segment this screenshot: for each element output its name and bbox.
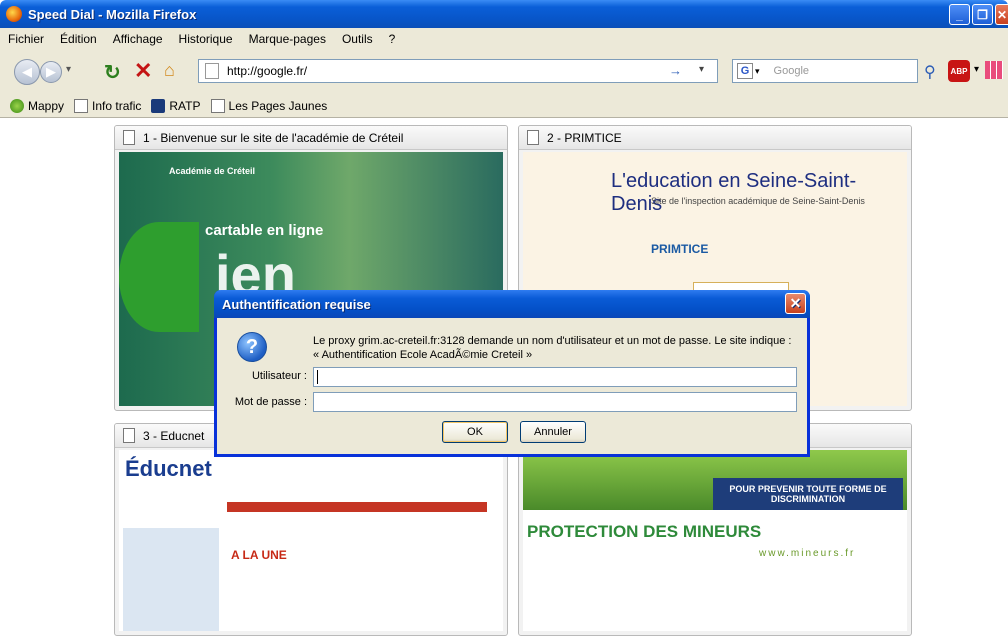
search-icon[interactable]: ⚲: [924, 62, 936, 82]
thumbnail-title: L'education en Seine-Saint-Denis: [611, 170, 857, 215]
thumbnail-section: PRIMTICE: [651, 242, 709, 256]
bookmark-label: RATP: [169, 98, 201, 113]
dialog-close-button[interactable]: ✕: [785, 293, 806, 314]
page-icon: [123, 428, 135, 443]
reload-icon[interactable]: ↻: [104, 60, 121, 85]
password-field[interactable]: [313, 392, 797, 412]
search-engine-dropdown-icon[interactable]: ▾: [755, 66, 760, 77]
bookmark-label: Les Pages Jaunes: [228, 98, 328, 113]
thumbnail-sidebar: [123, 528, 219, 631]
go-arrow-icon[interactable]: →: [669, 63, 682, 78]
thumbnail-logo: [119, 222, 199, 332]
bookmark-label: Mappy: [28, 98, 65, 113]
dialog-message: Le proxy grim.ac-creteil.fr:3128 demande…: [313, 335, 792, 361]
search-bar[interactable]: G ▾ Google: [732, 59, 918, 83]
minimize-button[interactable]: _: [949, 4, 970, 25]
bookmarks-toolbar: Mappy Info trafic RATP Les Pages Jaunes: [0, 94, 1008, 118]
page-icon: [210, 98, 225, 113]
tile-header: 1 - Bienvenue sur le site de l'académie …: [115, 126, 507, 150]
adblock-icon[interactable]: ABP: [948, 60, 970, 82]
maximize-button[interactable]: ❐: [972, 4, 993, 25]
adblock-dropdown-icon[interactable]: ▾: [974, 64, 979, 75]
thumbnail-subtitle: Site de l'inspection académique de Seine…: [651, 196, 865, 206]
thumbnail-heading: PROTECTION DES MINEURS: [527, 522, 762, 541]
menu-fichier[interactable]: Fichier: [8, 32, 44, 46]
navigation-toolbar: ◀ ▶ ▾ ↻ ✕ ⌂ http://google.fr/ → ▾ G ▾ Go…: [0, 50, 1008, 94]
tile-thumbnail[interactable]: POUR PREVENIR TOUTE FORME DE DISCRIMINAT…: [523, 450, 907, 631]
page-icon: [123, 130, 135, 145]
ratp-icon: [151, 98, 166, 113]
menu-edition[interactable]: Édition: [60, 32, 97, 46]
password-label: Mot de passe :: [234, 396, 307, 408]
forward-icon[interactable]: ▶: [40, 61, 62, 83]
page-icon: [527, 130, 539, 145]
speed-dial-icon[interactable]: [985, 61, 1003, 79]
tile-label: 3 - Educnet: [143, 428, 205, 443]
stop-icon[interactable]: ✕: [134, 58, 152, 84]
page-icon: [205, 63, 219, 79]
thumbnail-nav-bar: [227, 502, 487, 512]
bookmark-pages-jaunes[interactable]: Les Pages Jaunes: [210, 98, 328, 113]
username-field[interactable]: [313, 367, 797, 387]
dialog-title: Authentification requise: [222, 296, 371, 312]
thumbnail-header: Académie de Créteil: [169, 166, 256, 176]
thumbnail-url: www.mineurs.fr: [759, 548, 856, 559]
thumbnail-logo: Éducnet: [125, 456, 212, 481]
menu-marque-pages[interactable]: Marque-pages: [249, 32, 326, 46]
window-title: Speed Dial - Mozilla Firefox: [28, 6, 197, 22]
cancel-button[interactable]: Annuler: [520, 421, 586, 443]
close-window-button[interactable]: ✕: [995, 4, 1008, 25]
tile-thumbnail[interactable]: Éducnet A LA UNE: [119, 450, 503, 631]
tile-label: 1 - Bienvenue sur le site de l'académie …: [143, 130, 404, 145]
search-placeholder: Google: [773, 65, 810, 77]
firefox-icon: [6, 6, 22, 22]
back-icon[interactable]: ◀: [14, 59, 40, 85]
ok-button[interactable]: OK: [442, 421, 508, 443]
dialog-titlebar: Authentification requise ✕: [214, 290, 810, 318]
bookmark-label: Info trafic: [92, 98, 142, 113]
auth-dialog: Authentification requise ✕ ? Le proxy gr…: [214, 290, 810, 457]
url-bar[interactable]: http://google.fr/ → ▾: [198, 59, 718, 83]
thumbnail-banner: POUR PREVENIR TOUTE FORME DE DISCRIMINAT…: [713, 478, 903, 510]
tile-header: 2 - PRIMTICE: [519, 126, 911, 150]
username-label: Utilisateur :: [251, 370, 307, 382]
bookmark-mappy[interactable]: Mappy: [10, 98, 65, 113]
tile-label: 2 - PRIMTICE: [547, 130, 622, 145]
url-dropdown-icon[interactable]: ▾: [699, 64, 704, 75]
history-dropdown-icon[interactable]: ▾: [66, 64, 71, 75]
bookmark-ratp[interactable]: RATP: [151, 98, 201, 113]
menu-bar: Fichier Édition Affichage Historique Mar…: [0, 28, 1008, 50]
thumbnail-headline: A LA UNE: [231, 548, 287, 562]
mappy-icon: [10, 98, 24, 113]
menu-affichage[interactable]: Affichage: [113, 32, 163, 46]
page-icon: [74, 98, 89, 113]
menu-historique[interactable]: Historique: [179, 32, 233, 46]
menu-help[interactable]: ?: [389, 32, 396, 46]
text-cursor: [317, 370, 318, 384]
thumbnail-tagline: cartable en ligne: [205, 222, 324, 239]
url-text[interactable]: http://google.fr/: [227, 64, 307, 78]
menu-outils[interactable]: Outils: [342, 32, 373, 46]
google-icon[interactable]: G: [737, 63, 753, 79]
question-icon: ?: [237, 332, 267, 362]
home-icon[interactable]: ⌂: [164, 60, 175, 81]
bookmark-info-trafic[interactable]: Info trafic: [74, 98, 142, 113]
window-titlebar: Speed Dial - Mozilla Firefox _ ❐ ✕: [0, 0, 1008, 28]
